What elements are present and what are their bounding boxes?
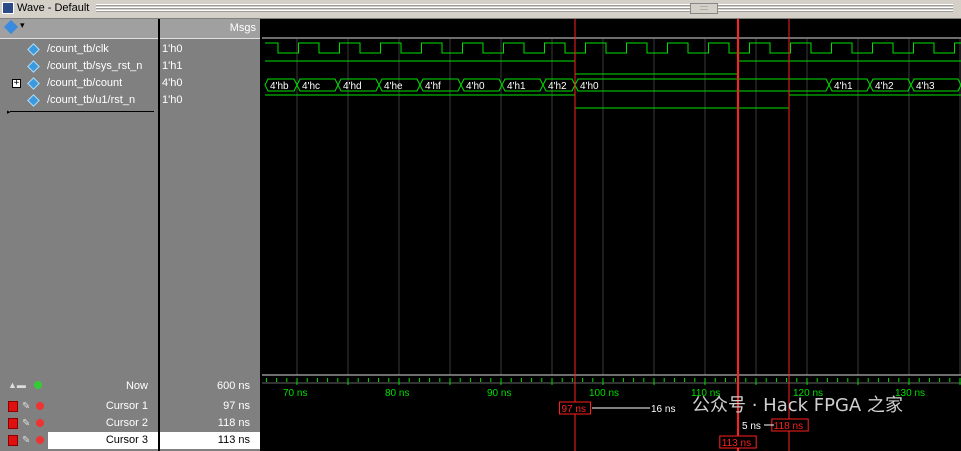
bus-value-label: 4'h3 [916, 81, 935, 92]
signal-name: /count_tb/u1/rst_n [47, 94, 136, 106]
bus-value-label: 4'he [384, 81, 403, 92]
bus-value-label: 4'h0 [580, 81, 599, 92]
chevron-down-icon[interactable]: ▾ [20, 20, 25, 31]
ruler-label: 80 ns [385, 388, 409, 399]
ruler-label: 100 ns [589, 388, 619, 399]
delta-2-label: 5 ns [742, 421, 761, 432]
ruler-label: 90 ns [487, 388, 511, 399]
cursor-values-pane: 600 ns 97 ns 118 ns 113 ns [160, 376, 260, 451]
bus-value-label: 4'hc [302, 81, 320, 92]
signal-value: 4'h0 [162, 77, 183, 89]
signal-name: /count_tb/count [47, 77, 123, 89]
msgs-header-label: Msgs [229, 22, 256, 34]
remove-cursor-icon[interactable] [36, 436, 44, 444]
cursor-value: 118 ns [217, 417, 250, 429]
signal-icon [27, 94, 40, 107]
bus-value-label: 4'hd [343, 81, 362, 92]
cursor-names-pane: ▲▬ Now ✎ Cursor 1 ✎ Cursor 2 ✎ Cursor 3 [0, 376, 158, 451]
delta-1-label: 16 ns [651, 404, 675, 415]
now-value: 600 ns [216, 380, 250, 392]
signal-icon [27, 77, 40, 90]
signal-row-u1-rst-n[interactable]: /count_tb/u1/rst_n [0, 93, 158, 110]
add-wave-icon[interactable] [3, 19, 19, 35]
cursor-row-2[interactable]: ✎ Cursor 2 [0, 415, 158, 432]
cursor-label: Cursor 3 [105, 434, 148, 446]
bus-value-label: 4'h1 [834, 81, 853, 92]
signal-value: 1'h1 [162, 60, 183, 72]
wave-header-strip [262, 19, 961, 38]
signal-name: /count_tb/sys_rst_n [47, 60, 143, 72]
expand-icon[interactable]: + [12, 79, 21, 88]
signal-value: 1'h0 [162, 43, 183, 55]
bus-value-label: 4'h1 [507, 81, 526, 92]
insertion-line [10, 111, 154, 112]
now-row: ▲▬ Now [0, 378, 158, 395]
wrench-icon[interactable]: ✎ [22, 418, 30, 429]
bus-value-label: 4'h0 [466, 81, 485, 92]
remove-cursor-icon[interactable] [36, 402, 44, 410]
now-label: Now [125, 380, 148, 392]
values-header: Msgs [160, 19, 260, 39]
add-cursor-icon[interactable] [34, 381, 42, 389]
window-title: Wave - Default [17, 2, 90, 14]
insertion-marker-icon: ▸ [7, 109, 11, 116]
remove-cursor-icon[interactable] [36, 419, 44, 427]
cursor-1-marker: 97 ns [562, 404, 586, 415]
signal-name: /count_tb/clk [47, 43, 109, 55]
bus-value-label: 4'h2 [548, 81, 567, 92]
cursor-3-marker: 113 ns [722, 438, 751, 449]
signal-row-sys-rst-n[interactable]: /count_tb/sys_rst_n [0, 59, 158, 76]
lock-icon[interactable] [8, 435, 18, 446]
cursor-row-1[interactable]: ✎ Cursor 1 [0, 398, 158, 415]
ruler-label: 70 ns [283, 388, 307, 399]
wrench-icon[interactable]: ✎ [22, 435, 30, 446]
zoom-icons[interactable]: ▲▬ [8, 380, 26, 390]
window-titlebar: Wave - Default :::: [0, 0, 961, 19]
signal-value: 1'h0 [162, 94, 183, 106]
cursor-label: Cursor 1 [105, 400, 148, 412]
signal-row-clk[interactable]: /count_tb/clk [0, 42, 158, 59]
signal-icon [27, 43, 40, 56]
cursor-2-marker: 118 ns [774, 421, 803, 432]
wrench-icon[interactable]: ✎ [22, 401, 30, 412]
bus-value-label: 4'hf [425, 81, 441, 92]
wave-window-icon [2, 2, 14, 14]
bus-value-label: 4'hb [270, 81, 289, 92]
bus-value-label: 4'h2 [875, 81, 894, 92]
cursor-value: 97 ns [223, 400, 250, 412]
titlebar-drag-handle[interactable]: :::: [690, 3, 718, 14]
names-header: ▾ [0, 19, 158, 39]
cursor-label: Cursor 2 [105, 417, 148, 429]
watermark: 公众号 · Hack FPGA 之家 [692, 395, 903, 416]
signal-icon [27, 60, 40, 73]
cursor-value: 113 ns [217, 434, 250, 446]
lock-icon[interactable] [8, 418, 18, 429]
signal-row-count[interactable]: + /count_tb/count [0, 76, 158, 93]
lock-icon[interactable] [8, 401, 18, 412]
cursor-row-3[interactable]: ✎ Cursor 3 [0, 432, 158, 449]
titlebar-grip-stripes[interactable] [96, 4, 953, 13]
waveform-canvas[interactable]: 4'hb 4'hc 4'hd 4'he 4'hf 4'h0 4'h1 4'h2 4'h0 4'h1… [262, 19, 961, 451]
